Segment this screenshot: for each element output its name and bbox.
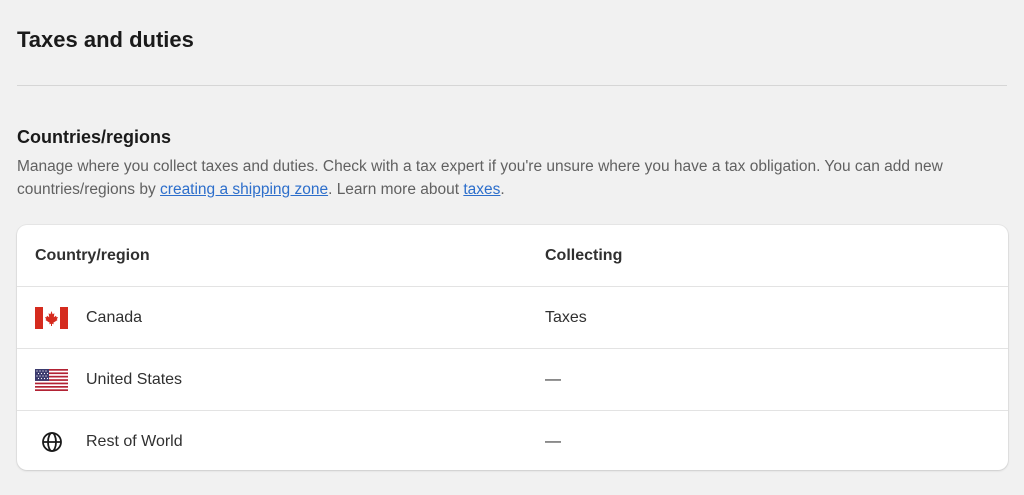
- globe-icon: [35, 431, 68, 453]
- table-header-row: Country/region Collecting: [17, 225, 1008, 287]
- collecting-value: —: [545, 432, 561, 450]
- creating-shipping-zone-link[interactable]: creating a shipping zone: [160, 181, 328, 198]
- country-cell: United States: [35, 368, 183, 391]
- table-row[interactable]: Canada Taxes: [17, 287, 1008, 349]
- description-text-3: .: [500, 181, 505, 198]
- header-country-region: Country/region: [35, 246, 150, 264]
- country-name: Canada: [86, 308, 143, 326]
- collecting-value: Taxes: [545, 308, 587, 326]
- country-cell: Rest of World: [35, 431, 183, 453]
- section-description: Manage where you collect taxes and dutie…: [17, 155, 1007, 201]
- canada-flag-icon: [35, 306, 68, 329]
- table-row[interactable]: Rest of World —: [17, 411, 1008, 470]
- page-title: Taxes and duties: [17, 27, 194, 52]
- country-name: United States: [86, 370, 183, 388]
- header-divider: [17, 85, 1007, 86]
- header-collecting: Collecting: [545, 246, 623, 264]
- table-row[interactable]: United States —: [17, 349, 1008, 411]
- country-cell: Canada: [35, 306, 143, 329]
- country-name: Rest of World: [86, 432, 183, 450]
- us-flag-icon: [35, 368, 68, 391]
- countries-table-card: Country/region Collecting Canada Taxes U…: [17, 225, 1008, 470]
- taxes-link[interactable]: taxes: [463, 181, 500, 198]
- description-text-2: . Learn more about: [328, 181, 464, 198]
- section-heading: Countries/regions: [17, 127, 172, 147]
- collecting-value: —: [545, 370, 561, 388]
